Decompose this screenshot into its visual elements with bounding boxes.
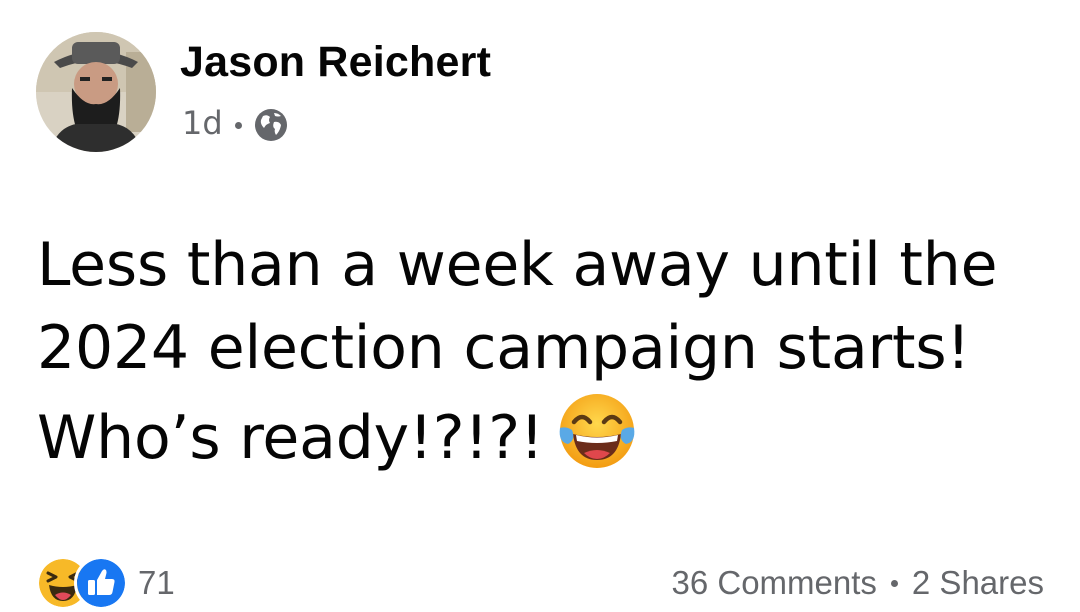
post-text-line-last: Who’s ready!?!?!: [37, 390, 1057, 480]
reaction-count: 71: [138, 564, 175, 601]
author-avatar[interactable]: [36, 32, 156, 152]
avatar-image: [36, 32, 156, 152]
face-with-tears-of-joy-icon: [556, 390, 638, 472]
post-text-line-text: Who’s ready!?!?!: [37, 403, 544, 473]
post-text-line: 2024 election campaign starts!: [37, 313, 971, 383]
like-reaction-icon: [74, 556, 128, 610]
engagement-stats: 36 Comments 2 Shares: [671, 558, 1044, 608]
meta-separator-dot: [234, 121, 242, 129]
shares-count-link[interactable]: 2 Shares: [912, 564, 1044, 602]
facebook-post: Jason Reichert 1d Less than a week away …: [0, 0, 1080, 612]
post-meta: 1d: [182, 100, 288, 146]
engagement-separator-dot: [890, 579, 898, 587]
post-timestamp[interactable]: 1d: [182, 104, 223, 142]
globe-icon[interactable]: [254, 108, 288, 142]
reactions-summary[interactable]: 71: [36, 556, 175, 610]
post-text: Less than a week away until the 2024 ele…: [37, 224, 1057, 480]
author-name[interactable]: Jason Reichert: [180, 36, 491, 88]
comments-count-link[interactable]: 36 Comments: [671, 564, 876, 602]
post-text-line: Less than a week away until the: [37, 230, 998, 300]
